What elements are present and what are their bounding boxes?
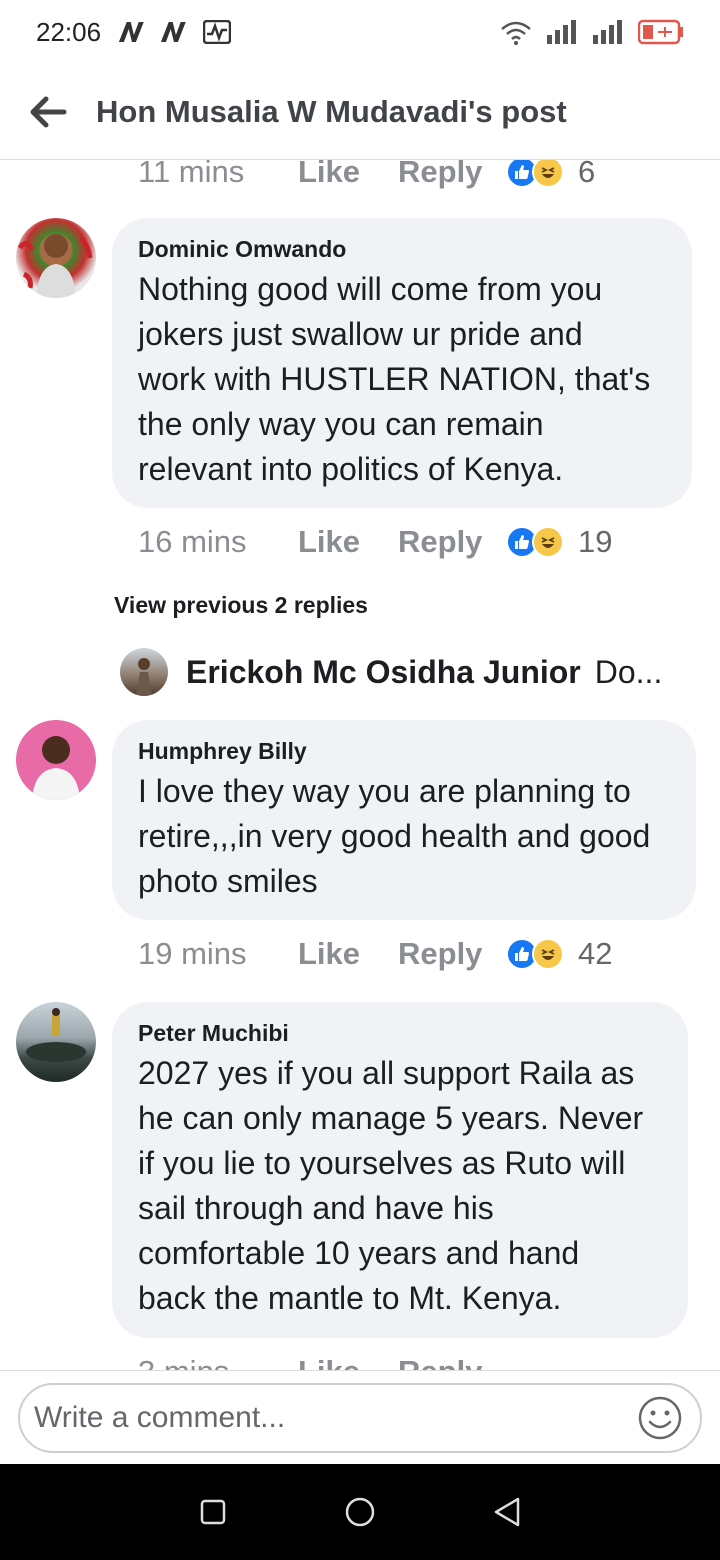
reply-button[interactable]: Reply bbox=[398, 524, 506, 560]
app-header: Hon Musalia W Mudavadi's post bbox=[0, 64, 720, 160]
reaction-count: 6 bbox=[578, 160, 596, 189]
activity-icon bbox=[203, 20, 232, 44]
comment-meta-row: 3 mins Like Reply bbox=[138, 1354, 506, 1370]
comments-feed[interactable]: 11 mins Like Reply 6 Dominic Omwando Not… bbox=[0, 160, 720, 1370]
signal-icon bbox=[593, 20, 622, 44]
haha-reaction-icon bbox=[532, 160, 564, 188]
view-previous-replies-link[interactable]: View previous 2 replies bbox=[114, 592, 368, 619]
square-icon[interactable] bbox=[183, 1482, 243, 1542]
avatar[interactable] bbox=[16, 720, 96, 800]
n-icon bbox=[119, 22, 144, 42]
wifi-icon bbox=[501, 21, 531, 45]
status-system-icons bbox=[500, 19, 684, 45]
signal-icon bbox=[547, 20, 576, 44]
circle-icon[interactable] bbox=[330, 1482, 390, 1542]
triangle-back-icon[interactable] bbox=[477, 1482, 537, 1542]
comment-meta-row: 19 mins Like Reply 42 bbox=[138, 936, 612, 972]
battery-icon bbox=[638, 19, 683, 45]
reply-button[interactable]: Reply bbox=[398, 160, 506, 190]
like-button[interactable]: Like bbox=[298, 1354, 398, 1370]
comment-text: 2027 yes if you all support Raila as he … bbox=[138, 1055, 644, 1316]
comment-bubble[interactable]: Peter Muchibi 2027 yes if you all suppor… bbox=[112, 1002, 688, 1338]
reply-preview[interactable]: Erickoh Mc Osidha Junior Do... bbox=[120, 648, 662, 696]
reaction-count: 19 bbox=[578, 524, 613, 559]
comment-time: 11 mins bbox=[138, 160, 245, 189]
reply-button[interactable]: Reply bbox=[398, 1354, 506, 1370]
status-notification-icons bbox=[119, 20, 232, 44]
reaction-count: 42 bbox=[578, 936, 613, 971]
n-icon bbox=[161, 22, 186, 42]
system-navigation-bar bbox=[0, 1464, 720, 1560]
like-button[interactable]: Like bbox=[298, 936, 398, 972]
status-time: 22:06 bbox=[36, 16, 102, 47]
comment-input[interactable] bbox=[34, 1401, 636, 1435]
smiley-icon[interactable] bbox=[636, 1394, 684, 1442]
comment-bubble[interactable]: Dominic Omwando Nothing good will come f… bbox=[112, 218, 692, 508]
comment-bubble[interactable]: Humphrey Billy I love they way you are p… bbox=[112, 720, 696, 920]
avatar[interactable] bbox=[120, 648, 168, 696]
comment-text: I love they way you are planning to reti… bbox=[138, 773, 651, 899]
back-arrow-icon[interactable] bbox=[0, 64, 96, 160]
comment-time: 16 mins bbox=[138, 524, 247, 559]
haha-reaction-icon bbox=[532, 526, 564, 558]
comment-author[interactable]: Dominic Omwando bbox=[138, 236, 666, 263]
page-title: Hon Musalia W Mudavadi's post bbox=[96, 93, 567, 129]
reactions[interactable] bbox=[506, 526, 564, 558]
comment-time: 3 mins bbox=[138, 1354, 298, 1370]
comment-input-box[interactable] bbox=[18, 1383, 702, 1453]
comment-author[interactable]: Humphrey Billy bbox=[138, 738, 670, 765]
like-button[interactable]: Like bbox=[298, 160, 398, 190]
comment-meta-row: 11 mins Like Reply 6 bbox=[138, 160, 595, 190]
like-button[interactable]: Like bbox=[298, 524, 398, 560]
avatar[interactable] bbox=[16, 1002, 96, 1082]
reactions[interactable] bbox=[506, 160, 564, 188]
comment-text: Nothing good will come from you jokers j… bbox=[138, 271, 651, 487]
comment-composer bbox=[0, 1370, 720, 1466]
comment-time: 19 mins bbox=[138, 936, 247, 971]
comment-author[interactable]: Peter Muchibi bbox=[138, 1020, 662, 1047]
haha-reaction-icon bbox=[532, 938, 564, 970]
avatar[interactable] bbox=[16, 218, 96, 298]
status-bar: 22:06 bbox=[0, 0, 720, 64]
reactions[interactable] bbox=[506, 938, 564, 970]
comment-meta-row: 16 mins Like Reply 19 bbox=[138, 524, 612, 560]
reply-button[interactable]: Reply bbox=[398, 936, 506, 972]
reply-author[interactable]: Erickoh Mc Osidha Junior bbox=[186, 654, 581, 691]
reply-snippet: Do... bbox=[594, 653, 663, 690]
